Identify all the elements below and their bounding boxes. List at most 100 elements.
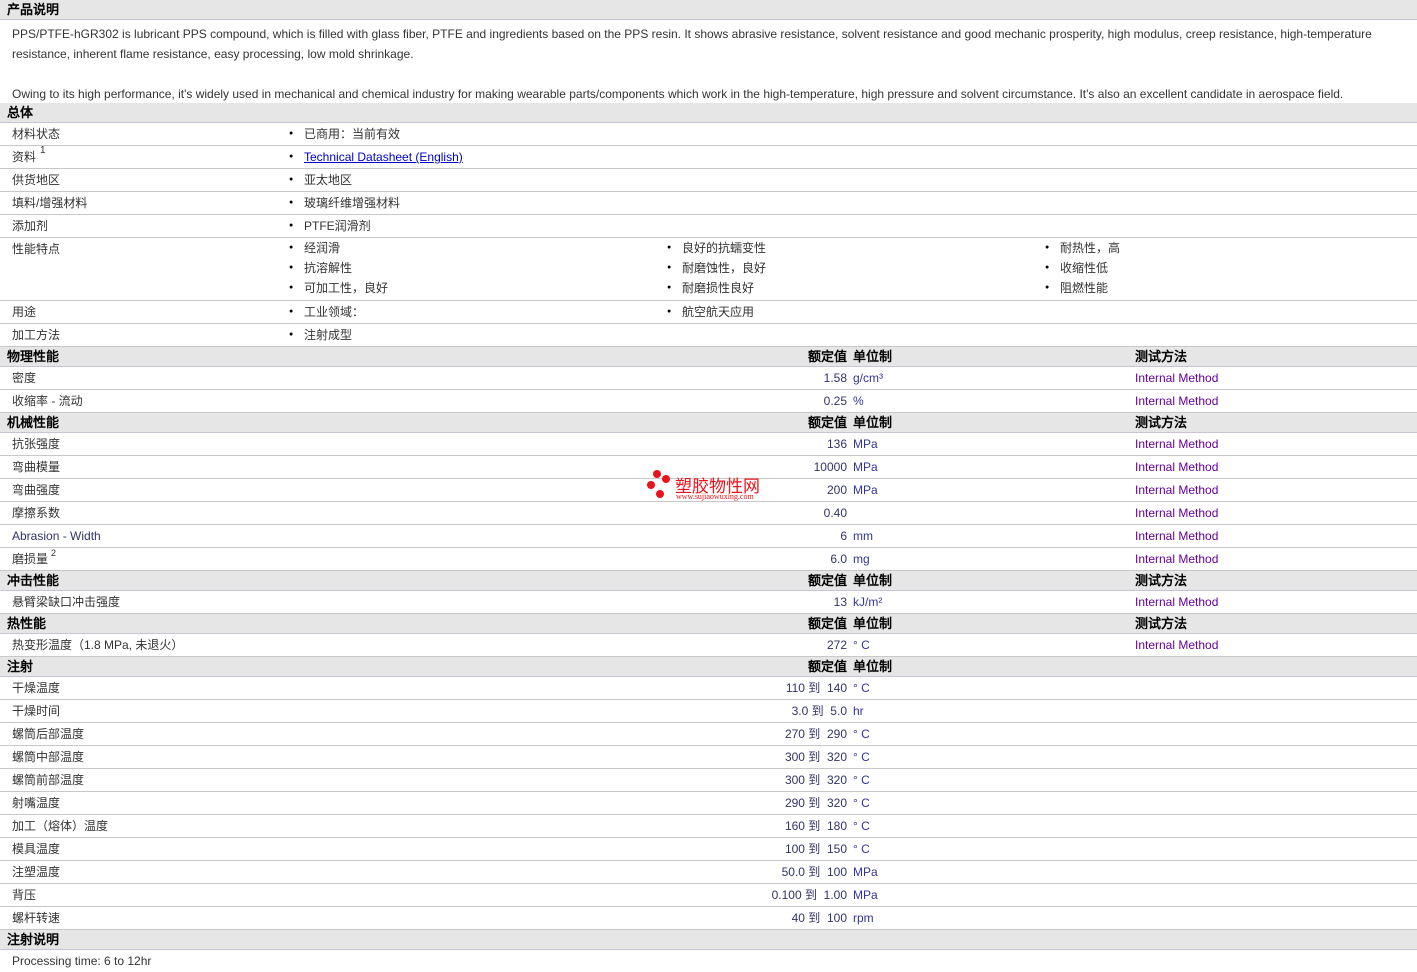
general-row: 添加剂 PTFE润滑剂: [0, 215, 1417, 238]
property-value: 300 到 320: [784, 750, 847, 764]
property-name: Abrasion - Width: [12, 529, 101, 543]
row-label: 加工方法: [12, 328, 61, 342]
property-value: 1.58: [823, 371, 847, 385]
property-name: 模具温度: [12, 842, 61, 856]
watermark-logo: 塑胶物性网 www.sujiaowuxing.com: [645, 468, 775, 502]
bullet-item: 已商用：当前有效: [289, 123, 400, 145]
section-header: 机械性能 额定值 单位制 测试方法: [0, 413, 1417, 433]
bullet-item: 工业领域：: [289, 301, 364, 323]
test-method: Internal Method: [1135, 595, 1219, 609]
property-row: 加工（熔体）温度 160 到 180 ° C: [0, 815, 1417, 838]
bullet-item: 耐磨蚀性，良好: [667, 257, 766, 279]
property-unit: ° C: [853, 638, 870, 652]
property-value: 0.100 到 1.00: [771, 888, 847, 902]
general-row: 用途 工业领域： 航空航天应用: [0, 301, 1417, 324]
property-name: 密度: [12, 371, 37, 385]
property-unit: mm: [853, 529, 873, 543]
property-row: 射嘴温度 290 到 320 ° C: [0, 792, 1417, 815]
technical-datasheet-link[interactable]: Technical Datasheet (English): [304, 150, 463, 164]
property-unit: ° C: [853, 819, 870, 833]
property-value: 0.25: [823, 394, 847, 408]
test-method: Internal Method: [1135, 460, 1219, 474]
property-row: 螺筒后部温度 270 到 290 ° C: [0, 723, 1417, 746]
general-row: 资料1 Technical Datasheet (English): [0, 145, 1417, 169]
property-name: 干燥温度: [12, 681, 61, 695]
property-row: 背压 0.100 到 1.00 MPa: [0, 884, 1417, 907]
property-row: 模具温度 100 到 150 ° C: [0, 838, 1417, 861]
column-header-method: 测试方法: [1135, 415, 1188, 430]
property-name: 螺筒后部温度: [12, 727, 85, 741]
property-value: 50.0 到 100: [781, 865, 847, 879]
property-row: 悬臂梁缺口冲击强度 13 kJ/m² Internal Method: [0, 591, 1417, 614]
column-header-value: 额定值: [807, 616, 847, 631]
property-value: 290 到 320: [784, 796, 847, 810]
property-unit: mg: [853, 552, 870, 566]
section-header-notes: 注射说明: [0, 930, 1417, 950]
property-name: 悬臂梁缺口冲击强度: [12, 595, 121, 609]
property-name: 摩擦系数: [12, 506, 61, 520]
bullet-item: 可加工性，良好: [289, 277, 388, 299]
column-header-unit: 单位制: [853, 616, 893, 631]
bullet-item: 耐热性，高: [1045, 237, 1120, 259]
bullet-item: 阻燃性能: [1045, 277, 1108, 299]
property-row: 干燥时间 3.0 到 5.0 hr: [0, 700, 1417, 723]
column-header-value: 额定值: [807, 659, 847, 674]
property-name: 弯曲强度: [12, 483, 61, 497]
property-unit: MPa: [853, 460, 878, 474]
row-label: 填料/增强材料: [12, 196, 88, 210]
property-row: 螺杆转速 40 到 100 rpm: [0, 907, 1417, 930]
section-header-description: 产品说明: [0, 0, 1417, 20]
section-title: 冲击性能: [7, 573, 60, 588]
section-title: 热性能: [7, 616, 47, 631]
property-unit: kJ/m²: [853, 595, 883, 609]
bullet-item: PTFE润滑剂: [289, 215, 371, 237]
test-method: Internal Method: [1135, 506, 1219, 520]
general-row: 性能特点 经润滑抗溶解性可加工性，良好 良好的抗蠕变性耐磨蚀性，良好耐磨损性良好 耐热…: [0, 237, 1417, 301]
property-row: 摩擦系数 0.40 Internal Method: [0, 502, 1417, 525]
section-header-general: 总体: [0, 103, 1417, 123]
general-table: 材料状态 已商用：当前有效资料1 Technical Datasheet (Engl…: [0, 123, 1417, 347]
property-name: 螺杆转速: [12, 911, 61, 925]
section-header: 热性能 额定值 单位制 测试方法: [0, 614, 1417, 634]
property-name: 注塑温度: [12, 865, 61, 879]
property-name: 螺筒中部温度: [12, 750, 85, 764]
property-unit: rpm: [853, 911, 874, 925]
property-row: 热变形温度（1.8 MPa, 未退火） 272 ° C Internal Method: [0, 634, 1417, 657]
row-label: 材料状态: [12, 127, 61, 141]
property-name: 干燥时间: [12, 704, 61, 718]
bullet-item: 亚太地区: [289, 169, 352, 191]
test-method: Internal Method: [1135, 638, 1219, 652]
section-title: 机械性能: [7, 415, 60, 430]
general-row: 填料/增强材料 玻璃纤维增强材料: [0, 192, 1417, 215]
test-method: Internal Method: [1135, 483, 1219, 497]
property-value: 6.0: [830, 552, 847, 566]
property-row: 螺筒中部温度 300 到 320 ° C: [0, 746, 1417, 769]
notes-row: Processing time: 6 to 12hr: [12, 954, 152, 968]
test-method: Internal Method: [1135, 394, 1219, 408]
property-value: 270 到 290: [784, 727, 847, 741]
general-row: 材料状态 已商用：当前有效: [0, 123, 1417, 146]
column-header-unit: 单位制: [853, 573, 893, 588]
section-title: 注射: [7, 659, 34, 674]
footnote-marker: 2: [51, 548, 57, 558]
property-unit: MPa: [853, 483, 878, 497]
property-value: 200: [826, 483, 847, 497]
column-header-value: 额定值: [807, 415, 847, 430]
property-value: 40 到 100: [791, 911, 847, 925]
property-value: 10000: [813, 460, 847, 474]
property-value: 160 到 180: [784, 819, 847, 833]
property-unit: %: [853, 394, 864, 408]
property-name: 热变形温度（1.8 MPa, 未退火）: [12, 638, 184, 652]
property-value: 300 到 320: [784, 773, 847, 787]
property-name: 背压: [12, 888, 37, 902]
property-unit: ° C: [853, 773, 870, 787]
property-unit: ° C: [853, 796, 870, 810]
property-value: 0.40: [823, 506, 847, 520]
property-unit: hr: [853, 704, 864, 718]
property-row: 螺筒前部温度 300 到 320 ° C: [0, 769, 1417, 792]
description-paragraph: Owing to its high performance, it's wide…: [12, 87, 1344, 101]
general-row: 加工方法 注射成型: [0, 324, 1417, 347]
general-row: 供货地区 亚太地区: [0, 169, 1417, 192]
test-method: Internal Method: [1135, 371, 1219, 385]
property-tables: 物理性能 额定值 单位制 测试方法 密度 1.58 g/cm³ Internal Method…: [0, 347, 1417, 930]
